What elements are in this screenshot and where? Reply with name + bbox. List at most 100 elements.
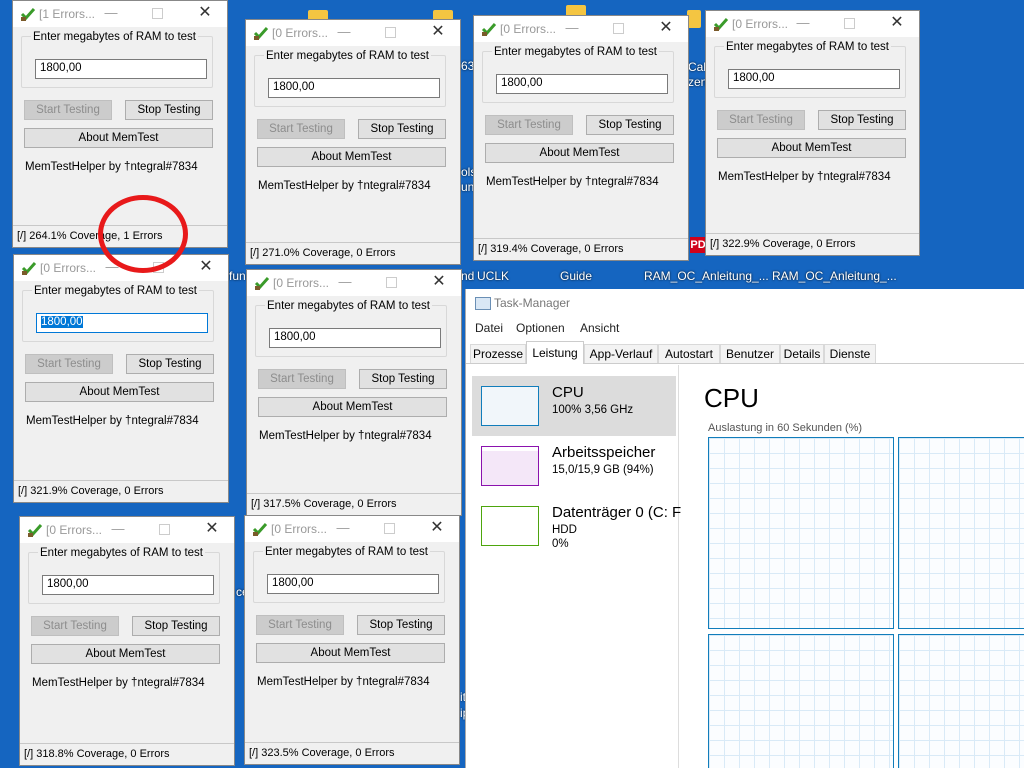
ram-megabytes-input[interactable]: 1800,00	[269, 328, 441, 348]
ram-megabytes-input[interactable]: 1800,00	[496, 74, 668, 94]
desktop-label[interactable]: nd	[461, 269, 474, 283]
close-icon[interactable]: ✕	[196, 257, 216, 277]
tab-benutzer[interactable]: Benutzer	[720, 344, 780, 363]
coverage-status: [/] 321.9% Coverage, 0 Errors	[14, 480, 228, 502]
memtest-app-icon	[21, 262, 37, 275]
memtest-window[interactable]: [0 Errors... — ✕ Enter megabytes of RAM to …	[705, 10, 920, 256]
credit-text: MemTestHelper by †ntegral#7834	[26, 415, 199, 427]
task-manager-titlebar[interactable]: Task-Manager	[466, 289, 1024, 317]
pdf-file-icon[interactable]: PD	[690, 237, 706, 253]
start-testing-button[interactable]: Start Testing	[24, 100, 112, 120]
about-memtest-button[interactable]: About MemTest	[257, 147, 446, 167]
desktop-label[interactable]: UCLK	[477, 269, 509, 283]
coverage-status: [/] 271.0% Coverage, 0 Errors	[246, 242, 460, 264]
memtest-titlebar[interactable]: [0 Errors... — ✕	[20, 517, 234, 543]
task-manager-window[interactable]: Task-Manager Datei Optionen Ansicht Proz…	[465, 289, 1024, 768]
stop-testing-button[interactable]: Stop Testing	[359, 369, 447, 389]
desktop-label[interactable]: RAM_OC_Anleitung_...	[644, 269, 769, 283]
ram-megabytes-input[interactable]: 1800,00	[267, 574, 439, 594]
maximize-icon[interactable]	[608, 18, 628, 38]
start-testing-button[interactable]: Start Testing	[717, 110, 805, 130]
memtest-window[interactable]: [0 Errors... — ✕ Enter megabytes of RAM to …	[473, 15, 689, 261]
close-icon[interactable]: ✕	[427, 518, 447, 538]
close-icon[interactable]: ✕	[202, 519, 222, 539]
menu-datei[interactable]: Datei	[475, 321, 503, 335]
stop-testing-button[interactable]: Stop Testing	[126, 354, 214, 374]
memtest-titlebar[interactable]: [0 Errors... — ✕	[247, 270, 461, 296]
minimize-icon[interactable]: —	[334, 22, 354, 42]
window-title: [0 Errors...	[732, 17, 789, 31]
tab-autostart[interactable]: Autostart	[658, 344, 720, 363]
minimize-icon[interactable]: —	[335, 272, 355, 292]
stop-testing-button[interactable]: Stop Testing	[586, 115, 674, 135]
tab-details[interactable]: Details	[780, 344, 824, 363]
start-testing-button[interactable]: Start Testing	[31, 616, 119, 636]
about-memtest-button[interactable]: About MemTest	[717, 138, 906, 158]
stop-testing-button[interactable]: Stop Testing	[357, 615, 445, 635]
folder-icon[interactable]	[687, 10, 701, 28]
tab-leistung[interactable]: Leistung	[526, 341, 584, 364]
minimize-icon[interactable]: —	[793, 13, 813, 33]
memtest-window[interactable]: [0 Errors... — ✕ Enter megabytes of RAM to …	[244, 515, 460, 765]
maximize-icon[interactable]	[379, 518, 399, 538]
maximize-icon[interactable]	[147, 3, 167, 23]
memtest-titlebar[interactable]: [0 Errors... — ✕	[706, 11, 919, 37]
stop-testing-button[interactable]: Stop Testing	[125, 100, 213, 120]
ram-megabytes-input[interactable]: 1800,00	[35, 59, 207, 79]
desktop-label[interactable]: Guide	[560, 269, 592, 283]
maximize-icon[interactable]	[154, 519, 174, 539]
sidebar-item-disk[interactable]: Datenträger 0 (C: F HDD 0%	[472, 496, 681, 556]
start-testing-button[interactable]: Start Testing	[25, 354, 113, 374]
ram-megabytes-input[interactable]: 1800,00	[268, 78, 440, 98]
maximize-icon[interactable]	[380, 22, 400, 42]
start-testing-button[interactable]: Start Testing	[256, 615, 344, 635]
tab-dienste[interactable]: Dienste	[824, 344, 876, 363]
tab-app-verlauf[interactable]: App-Verlauf	[584, 344, 658, 363]
sidebar-item-label: Datenträger 0 (C: F	[552, 504, 682, 521]
tab-bar: Prozesse Leistung App-Verlauf Autostart …	[466, 341, 1024, 364]
start-testing-button[interactable]: Start Testing	[485, 115, 573, 135]
tab-prozesse[interactable]: Prozesse	[470, 344, 526, 363]
start-testing-button[interactable]: Start Testing	[258, 369, 346, 389]
close-icon[interactable]: ✕	[887, 13, 907, 33]
minimize-icon[interactable]: —	[108, 519, 128, 539]
about-memtest-button[interactable]: About MemTest	[24, 128, 213, 148]
minimize-icon[interactable]: —	[101, 3, 121, 23]
maximize-icon[interactable]	[839, 13, 859, 33]
menu-ansicht[interactable]: Ansicht	[580, 321, 619, 335]
stop-testing-button[interactable]: Stop Testing	[818, 110, 906, 130]
memtest-window[interactable]: [0 Errors... — ✕ Enter megabytes of RAM to …	[13, 254, 229, 503]
close-icon[interactable]: ✕	[429, 272, 449, 292]
ram-megabytes-input[interactable]: 1800,00	[42, 575, 214, 595]
stop-testing-button[interactable]: Stop Testing	[358, 119, 446, 139]
maximize-icon[interactable]	[381, 272, 401, 292]
start-testing-button[interactable]: Start Testing	[257, 119, 345, 139]
about-memtest-button[interactable]: About MemTest	[485, 143, 674, 163]
memtest-window[interactable]: [0 Errors... — ✕ Enter megabytes of RAM to …	[245, 19, 461, 265]
minimize-icon[interactable]: —	[562, 18, 582, 38]
memtest-titlebar[interactable]: [0 Errors... — ✕	[245, 516, 459, 542]
sidebar-item-cpu[interactable]: CPU 100% 3,56 GHz	[472, 376, 676, 436]
close-icon[interactable]: ✕	[656, 18, 676, 38]
memtest-titlebar[interactable]: [1 Errors... — ✕	[13, 1, 227, 27]
ram-input-legend: Enter megabytes of RAM to test	[492, 46, 659, 58]
memtest-titlebar[interactable]: [0 Errors... — ✕	[474, 16, 688, 42]
ram-megabytes-input[interactable]: 1800,00	[728, 69, 900, 89]
desktop-label[interactable]: fun	[229, 269, 246, 283]
about-memtest-button[interactable]: About MemTest	[258, 397, 447, 417]
memtest-window[interactable]: [0 Errors... — ✕ Enter megabytes of RAM to …	[246, 269, 462, 516]
coverage-status: [/] 322.9% Coverage, 0 Errors	[706, 233, 919, 255]
minimize-icon[interactable]: —	[333, 518, 353, 538]
about-memtest-button[interactable]: About MemTest	[31, 644, 220, 664]
menu-optionen[interactable]: Optionen	[516, 321, 565, 335]
close-icon[interactable]: ✕	[195, 3, 215, 23]
stop-testing-button[interactable]: Stop Testing	[132, 616, 220, 636]
sidebar-item-memory[interactable]: Arbeitsspeicher 15,0/15,9 GB (94%)	[472, 436, 676, 496]
memtest-window[interactable]: [0 Errors... — ✕ Enter megabytes of RAM to …	[19, 516, 235, 766]
ram-megabytes-input[interactable]: 1800,00	[36, 313, 208, 333]
memtest-titlebar[interactable]: [0 Errors... — ✕	[246, 20, 460, 46]
close-icon[interactable]: ✕	[428, 22, 448, 42]
about-memtest-button[interactable]: About MemTest	[25, 382, 214, 402]
about-memtest-button[interactable]: About MemTest	[256, 643, 445, 663]
desktop-label[interactable]: RAM_OC_Anleitung_...	[772, 269, 897, 283]
